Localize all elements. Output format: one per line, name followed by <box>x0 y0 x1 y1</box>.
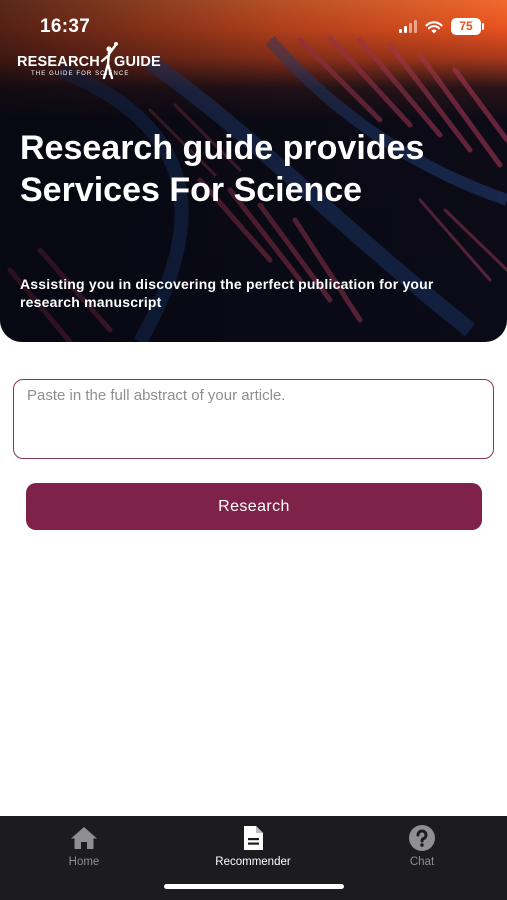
home-icon <box>69 824 99 852</box>
logo-tagline: THE GUIDE FOR SCIENCE <box>31 71 130 77</box>
research-guide-logo: RESEARCH GUIDE THE GUIDE FOR SCIENCE <box>17 42 161 80</box>
status-time: 16:37 <box>40 16 91 37</box>
abstract-input[interactable] <box>14 380 493 458</box>
tab-home[interactable]: Home <box>29 824 139 874</box>
hero-title: Research guide provides Services For Sci… <box>20 129 425 209</box>
hero-subtitle: Assisting you in discovering the perfect… <box>20 276 434 310</box>
tab-chat-label: Chat <box>409 856 435 868</box>
research-button[interactable]: Research <box>26 483 482 530</box>
tab-home-label: Home <box>68 856 100 868</box>
document-icon <box>238 824 268 852</box>
battery-icon: 75 <box>451 18 484 35</box>
tab-recommender-label: Recommender <box>215 856 291 868</box>
status-icons: 75 <box>399 18 484 35</box>
tab-chat[interactable]: Chat <box>367 824 477 874</box>
question-circle-icon <box>407 824 437 852</box>
bottom-tab-bar: Home Recommender Chat <box>0 816 507 900</box>
logo-wordmark: RESEARCH GUIDE <box>17 54 161 70</box>
abstract-field-container <box>13 379 494 459</box>
tab-recommender[interactable]: Recommender <box>198 824 308 874</box>
wifi-icon <box>425 20 443 33</box>
hero-banner: 16:37 75 RESEARCH GUIDE THE GUIDE FOR SC… <box>0 0 507 342</box>
home-indicator <box>164 884 344 889</box>
cellular-signal-icon <box>399 20 417 33</box>
logo-word-research: RESEARCH <box>17 54 100 70</box>
status-bar: 16:37 75 <box>0 0 507 50</box>
